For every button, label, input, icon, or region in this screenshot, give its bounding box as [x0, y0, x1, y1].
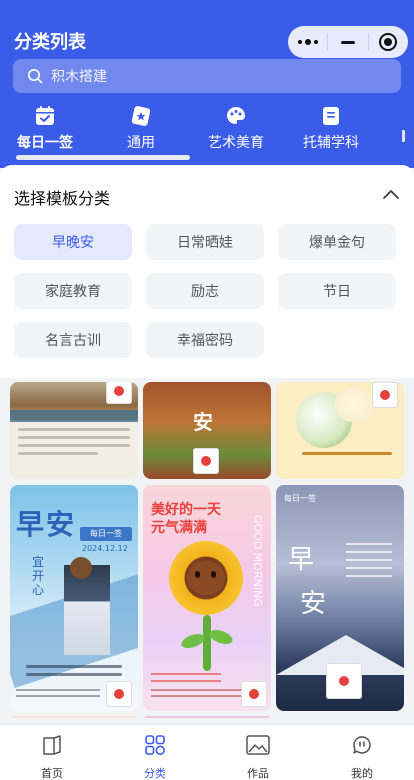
nav-works[interactable]: 作品	[218, 733, 298, 780]
book-open-icon	[43, 735, 61, 755]
card-headline: 元气满满	[151, 520, 207, 536]
chip-family-education[interactable]: 家庭教育	[14, 273, 132, 309]
chevron-up-icon[interactable]	[382, 187, 400, 201]
search-placeholder: 积木搭建	[51, 69, 107, 85]
tab-art[interactable]: 艺术美育	[191, 104, 281, 152]
card-big-title: 早安	[16, 508, 77, 541]
nav-profile[interactable]: 我的	[322, 733, 402, 780]
template-card[interactable]	[143, 716, 271, 718]
miniprogram-capsule	[288, 26, 408, 58]
search-icon	[28, 69, 43, 84]
card-side-text: GOOD MORNING	[251, 515, 264, 607]
grid-icon	[145, 735, 165, 755]
page-title: 分类列表	[14, 32, 86, 53]
template-card[interactable]	[10, 716, 138, 718]
tab-scroll-indicator	[16, 155, 190, 160]
qr-code	[372, 382, 398, 408]
panel-title: 选择模板分类	[14, 189, 111, 208]
header: 分类列表 积木搭建 每日一签 通用 艺术美育 托辅学科	[0, 0, 414, 168]
bottom-nav: 首页 分类 作品 我的	[0, 724, 414, 780]
chip-happiness-code[interactable]: 幸福密码	[146, 322, 264, 358]
template-card[interactable]	[10, 382, 138, 479]
calendar-check-icon	[36, 106, 54, 125]
nav-category[interactable]: 分类	[115, 733, 195, 780]
qr-code	[241, 681, 267, 707]
chip-famous-sayings[interactable]: 名言古训	[14, 322, 132, 358]
tab-label: 艺术美育	[208, 135, 264, 151]
more-button[interactable]	[288, 26, 327, 58]
star-card-icon	[131, 106, 151, 126]
template-card[interactable]: 美好的一天 元气满满 GOOD MORNING	[143, 485, 271, 711]
card-big-title: 安	[300, 589, 327, 619]
image-icon	[246, 735, 270, 755]
template-card[interactable]: 每日一签 早 安	[276, 485, 404, 711]
nav-label: 作品	[247, 767, 269, 780]
search-input[interactable]: 积木搭建	[13, 59, 401, 93]
category-tabs: 每日一签 通用 艺术美育 托辅学科	[0, 104, 414, 152]
tab-tutoring[interactable]: 托辅学科	[286, 104, 376, 152]
qr-code	[106, 382, 132, 404]
target-icon	[379, 33, 398, 51]
card-title: 安	[193, 410, 213, 434]
chat-face-icon	[353, 736, 371, 754]
tab-label: 托辅学科	[303, 135, 359, 151]
more-icon	[297, 39, 318, 45]
tab-daily[interactable]: 每日一签	[0, 104, 90, 152]
book-icon	[323, 107, 339, 125]
category-panel: 选择模板分类 早晚安 日常晒娃 爆单金句 家庭教育 励志 节日 名言古训 幸福密…	[0, 165, 414, 378]
qr-code	[326, 663, 362, 699]
template-grid: 安 早安 每日一签 2024.12.12 宜开心 美好的一天 元气满满 GOOD…	[0, 378, 414, 718]
minimize-icon	[340, 40, 355, 44]
nav-label: 分类	[144, 767, 166, 780]
card-subtitle: 宜开心	[32, 555, 45, 597]
qr-code	[106, 681, 132, 707]
tab-general[interactable]: 通用	[96, 104, 186, 152]
template-card[interactable]: 安	[143, 382, 271, 479]
nav-label: 首页	[41, 767, 63, 780]
template-card[interactable]	[276, 382, 404, 479]
card-headline: 美好的一天	[151, 502, 221, 518]
chip-festival[interactable]: 节日	[278, 273, 396, 309]
qr-code	[193, 448, 219, 474]
tab-label: 通用	[127, 135, 155, 151]
template-card[interactable]	[276, 716, 404, 718]
chip-daily-kids[interactable]: 日常晒娃	[146, 224, 264, 260]
chip-inspiration[interactable]: 励志	[146, 273, 264, 309]
chip-hot-quotes[interactable]: 爆单金句	[278, 224, 396, 260]
nav-home[interactable]: 首页	[12, 733, 92, 780]
tab-label: 每日一签	[17, 135, 73, 151]
card-big-title: 早	[288, 545, 315, 575]
palette-icon	[227, 107, 245, 124]
tab-overflow-hint	[402, 130, 414, 144]
chip-morning-night[interactable]: 早晚安	[14, 224, 132, 260]
card-stamp: 每日一签	[284, 494, 316, 503]
template-card[interactable]: 早安 每日一签 2024.12.12 宜开心	[10, 485, 138, 711]
card-date: 2024.12.12	[82, 544, 128, 553]
minimize-button[interactable]	[328, 26, 367, 58]
card-stamp: 每日一签	[80, 527, 132, 541]
close-button[interactable]	[369, 26, 408, 58]
nav-label: 我的	[351, 767, 373, 780]
